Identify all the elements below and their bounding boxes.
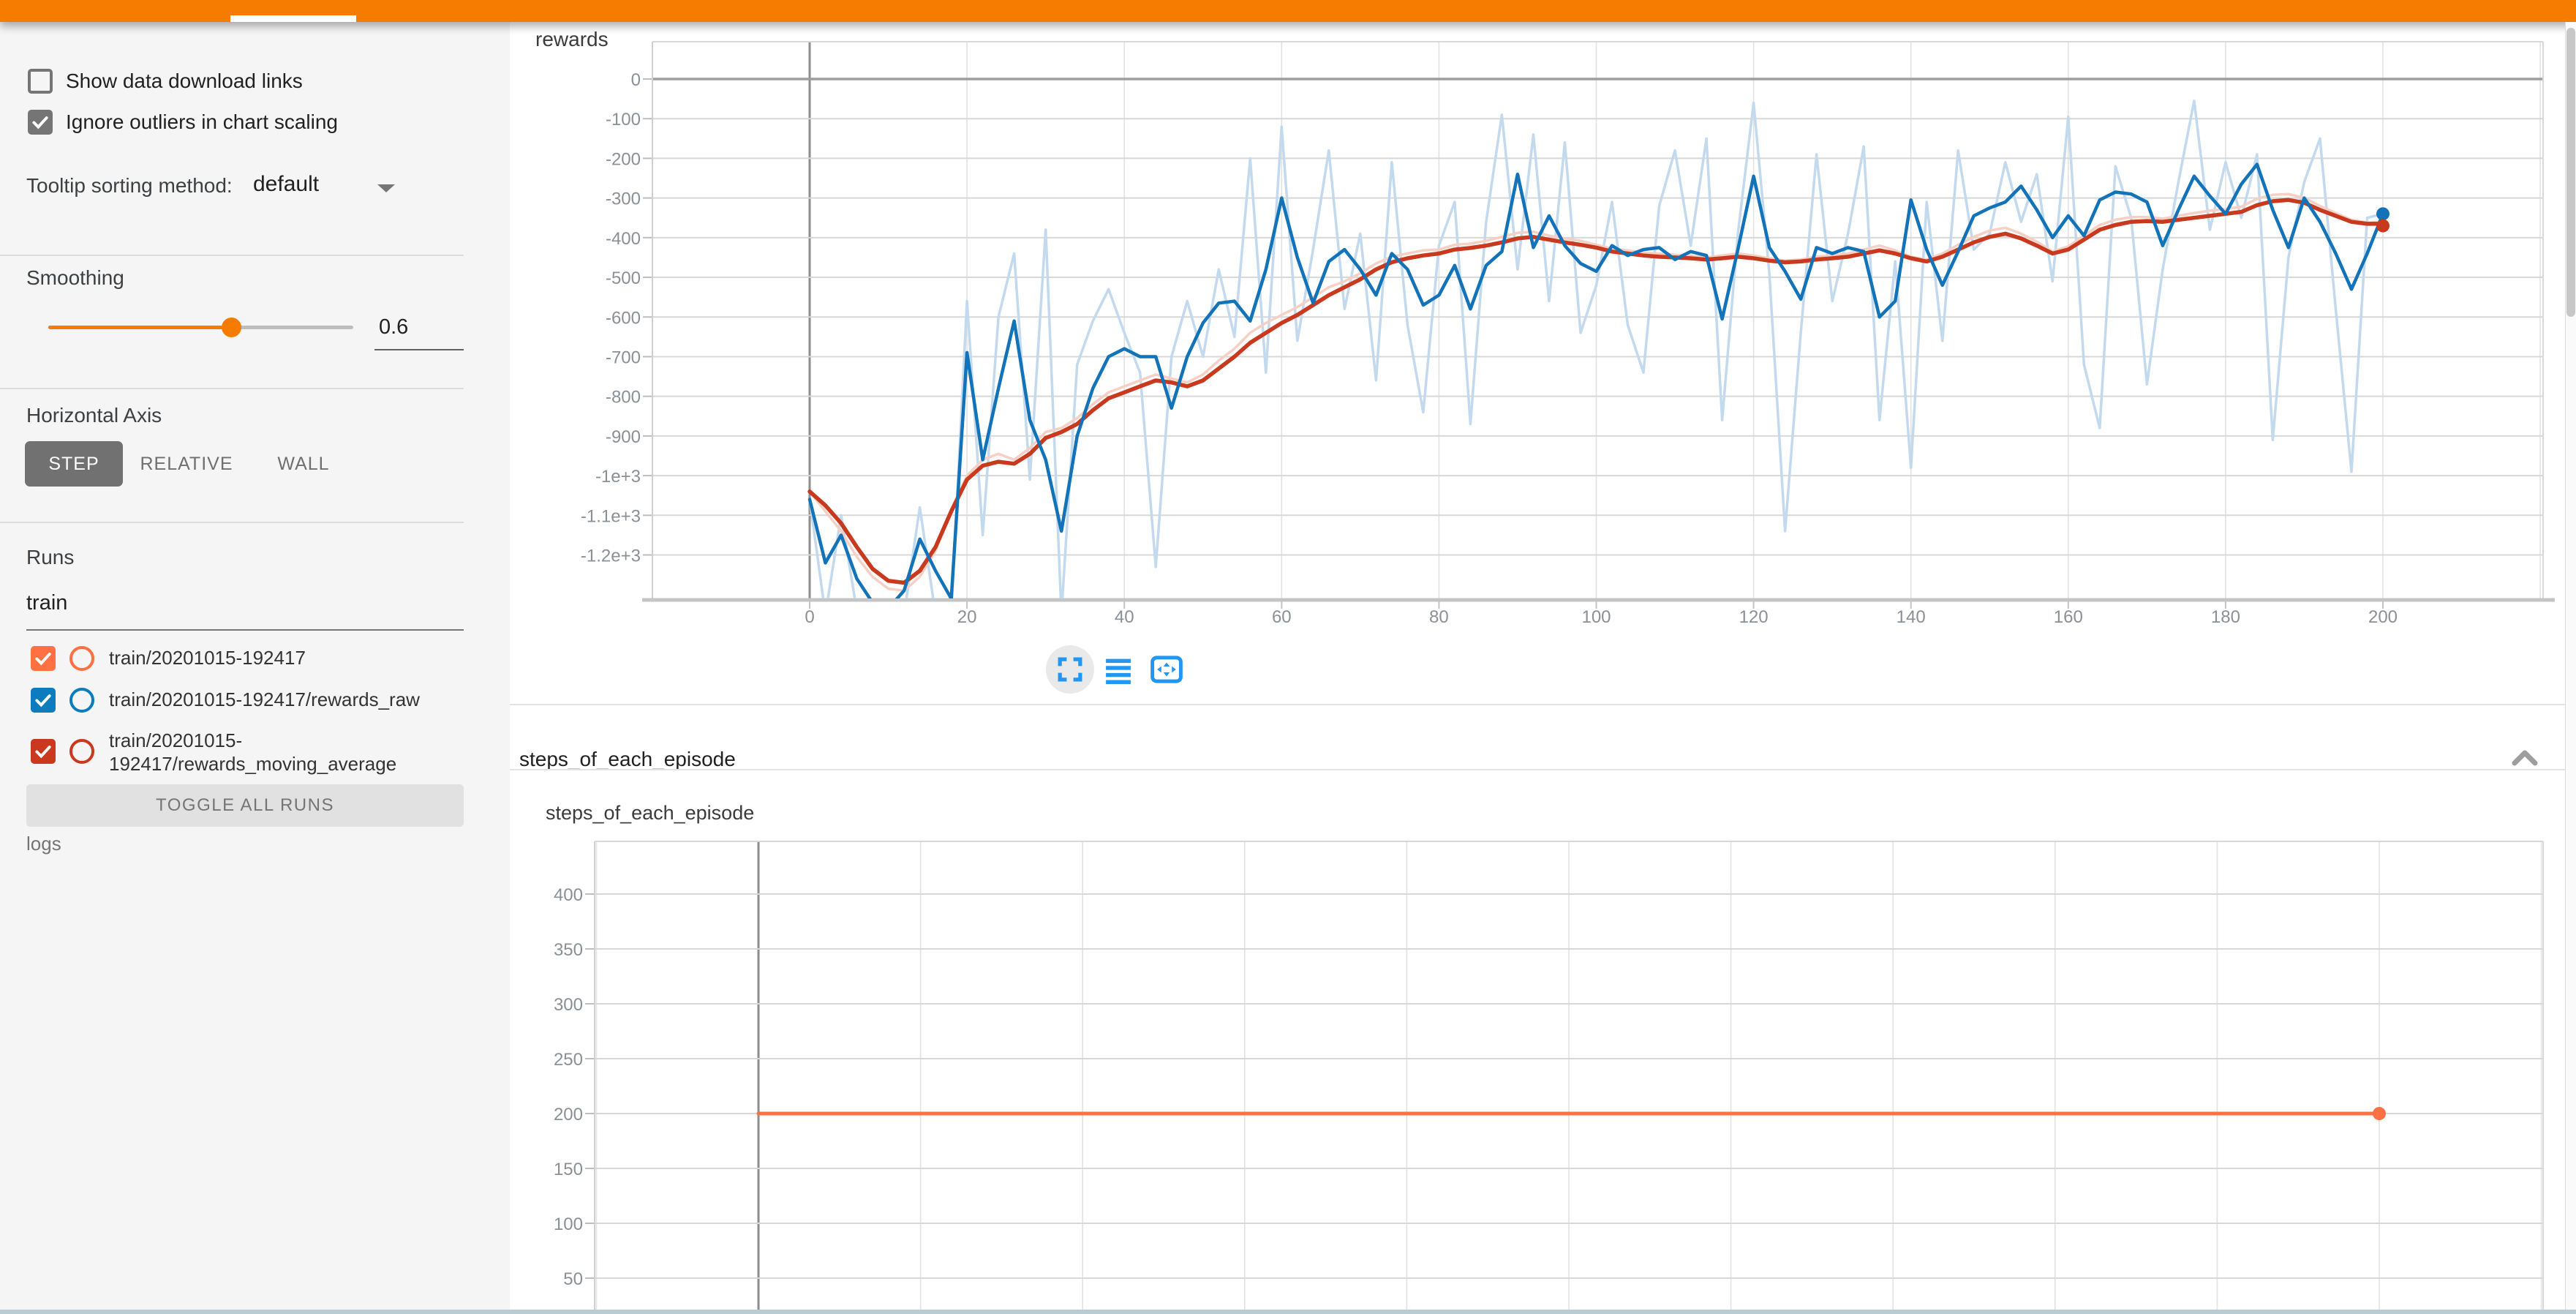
horizontal-axis-label: Horizontal Axis	[26, 404, 162, 427]
run-label: train/20201015-192417/rewards_moving_ave…	[109, 729, 478, 776]
input-underline	[374, 349, 464, 350]
divider	[0, 255, 464, 256]
page-scrollbar[interactable]	[2565, 22, 2576, 1314]
axis-relative-button[interactable]: RELATIVE	[139, 441, 234, 487]
run-row-1[interactable]: train/20201015-192417	[31, 646, 478, 671]
toggle-all-runs-button[interactable]: TOGGLE ALL RUNS	[26, 784, 464, 827]
slider-fill	[48, 326, 231, 329]
ignore-outliers-checkbox[interactable]	[28, 110, 53, 135]
check-icon	[34, 742, 53, 761]
tooltip-sorting-label: Tooltip sorting method:	[26, 174, 233, 198]
run-color-radio[interactable]	[69, 739, 94, 764]
axis-wall-button[interactable]: WALL	[257, 441, 350, 487]
run-label: train/20201015-192417	[109, 646, 478, 669]
show-data-download-links-checkbox[interactable]	[28, 69, 53, 94]
chart-toolbar	[1046, 645, 1191, 694]
check-icon	[34, 649, 53, 668]
runs-label: Runs	[26, 546, 74, 569]
rewards-chart-title: rewards	[535, 28, 609, 51]
chevron-down-icon[interactable]	[377, 184, 395, 192]
check-icon	[34, 691, 53, 710]
section-title: steps_of_each_episode	[519, 748, 736, 771]
run-filter-input[interactable]	[26, 591, 436, 615]
divider	[0, 522, 464, 523]
check-icon	[31, 113, 50, 132]
fit-domain-icon	[1150, 654, 1183, 685]
checkbox-label: Ignore outliers in chart scaling	[66, 110, 338, 134]
divider	[0, 388, 464, 389]
steps-chart-title: steps_of_each_episode	[546, 802, 754, 825]
smoothing-slider[interactable]	[48, 326, 353, 329]
smoothing-value-field[interactable]: 0.6	[374, 315, 468, 339]
run-checkbox[interactable]	[31, 646, 56, 671]
smoothing-label: Smoothing	[26, 266, 124, 290]
checkbox-label: Show data download links	[66, 70, 303, 93]
ignore-outliers-row[interactable]: Ignore outliers in chart scaling	[28, 110, 338, 135]
run-label: train/20201015-192417/rewards_raw	[109, 688, 478, 711]
divider	[510, 769, 2565, 770]
settings-sidebar: Show data download links Ignore outliers…	[0, 22, 510, 1314]
steps-section-header[interactable]: steps_of_each_episode	[510, 727, 2565, 791]
rewards-plot-area[interactable]	[652, 42, 2543, 598]
run-checkbox[interactable]	[31, 739, 56, 764]
window-bottom-edge	[0, 1310, 2576, 1314]
show-data-download-links-row[interactable]: Show data download links	[28, 69, 303, 94]
expand-icon	[1055, 655, 1085, 684]
divider	[510, 704, 2565, 705]
run-row-3[interactable]: train/20201015-192417/rewards_moving_ave…	[31, 729, 478, 776]
run-row-2[interactable]: train/20201015-192417/rewards_raw	[31, 688, 478, 713]
input-underline	[26, 629, 464, 631]
smoothing-slider-handle[interactable]	[222, 318, 241, 337]
runs-table-button[interactable]	[1094, 645, 1142, 694]
top-toolbar	[0, 0, 2576, 22]
collapse-section-button[interactable]	[2508, 743, 2542, 773]
tooltip-sorting-select[interactable]: default	[253, 172, 319, 197]
steps-plot-area[interactable]	[595, 841, 2543, 1314]
active-tab-indicator	[230, 15, 356, 22]
run-color-radio[interactable]	[69, 688, 94, 713]
tensorboard-app: Show data download links Ignore outliers…	[0, 0, 2576, 1314]
data-table-icon	[1102, 653, 1134, 686]
logdir-label: logs	[26, 833, 61, 855]
axis-step-button[interactable]: STEP	[25, 441, 123, 487]
scrollbar-thumb[interactable]	[2566, 28, 2575, 317]
expand-chart-button[interactable]	[1046, 645, 1094, 694]
run-color-radio[interactable]	[69, 646, 94, 671]
chevron-up-icon	[2510, 748, 2539, 767]
run-checkbox[interactable]	[31, 688, 56, 713]
fit-domain-button[interactable]	[1142, 645, 1191, 694]
